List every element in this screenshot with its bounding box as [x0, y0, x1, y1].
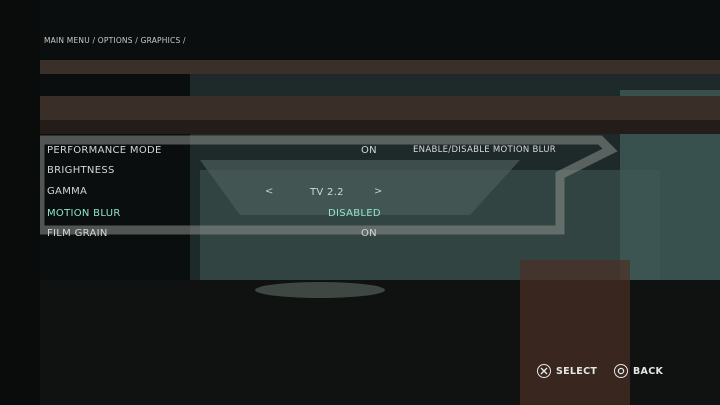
gamma-left-arrow-icon[interactable]: <: [265, 186, 274, 197]
setting-value-performance-mode[interactable]: ON: [361, 145, 377, 156]
gamma-right-arrow-icon[interactable]: >: [374, 186, 383, 197]
setting-label-gamma[interactable]: GAMMA: [47, 186, 87, 197]
select-button[interactable]: SELECT: [537, 364, 597, 378]
setting-description: ENABLE/DISABLE MOTION BLUR: [413, 145, 556, 155]
setting-value-motion-blur[interactable]: DISABLED: [328, 208, 381, 219]
setting-label-motion-blur[interactable]: MOTION BLUR: [47, 208, 121, 219]
game-options-screen: MAIN MENU / OPTIONS / GRAPHICS / PERFORM…: [0, 0, 720, 405]
back-label: BACK: [633, 365, 664, 377]
setting-value-film-grain[interactable]: ON: [361, 228, 377, 239]
back-button[interactable]: BACK: [614, 364, 663, 378]
setting-label-brightness[interactable]: BRIGHTNESS: [47, 165, 115, 176]
setting-label-performance-mode[interactable]: PERFORMANCE MODE: [47, 145, 162, 156]
cross-icon: [537, 364, 551, 378]
breadcrumb: MAIN MENU / OPTIONS / GRAPHICS /: [44, 36, 186, 45]
background-scene: [0, 0, 720, 405]
setting-value-gamma[interactable]: TV 2.2: [310, 187, 344, 198]
select-label: SELECT: [556, 365, 598, 377]
setting-label-film-grain[interactable]: FILM GRAIN: [47, 228, 108, 239]
circle-icon: [614, 364, 628, 378]
